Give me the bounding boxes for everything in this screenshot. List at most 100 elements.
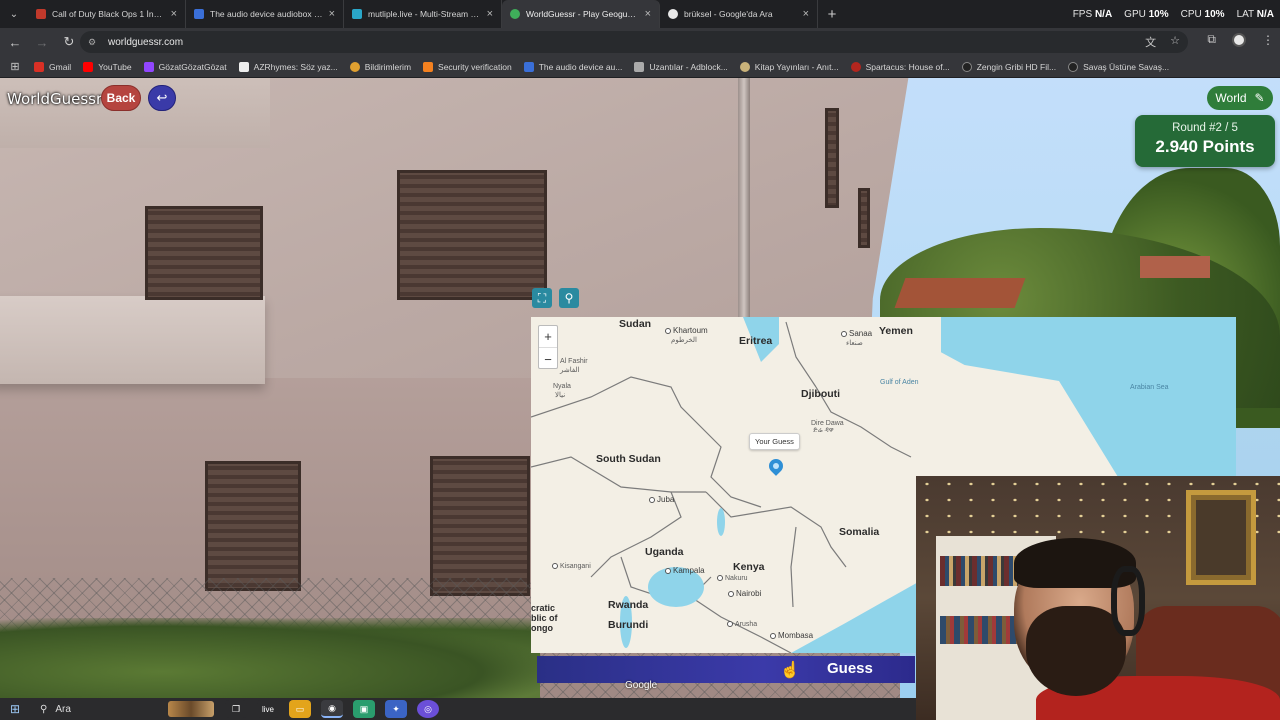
bookmark-gozat[interactable]: GözatGözatGözat [143, 61, 227, 72]
guess-button-label: Guess [827, 660, 873, 677]
bookmark-label: AZRhymes: Söz yaz... [253, 61, 338, 72]
lake-turkana [717, 508, 725, 536]
reload-icon[interactable]: ↻ [57, 30, 81, 54]
map-label-nakuru: Nakuru [717, 575, 748, 582]
bookmark-savas[interactable]: Savaş Üstüne Savaş... [1068, 61, 1169, 72]
taskbar-search[interactable]: ⚲ Ara [30, 698, 220, 720]
tab-audiobox[interactable]: The audio device audiobox cou × [186, 0, 344, 28]
streamer-webcam [916, 476, 1280, 720]
fps-label: FPS [1072, 8, 1093, 20]
bookmark-label: Bildirimlerim [364, 61, 412, 72]
back-arrow-icon[interactable]: ← [3, 30, 27, 54]
ethiopia-kenya-border [705, 491, 847, 568]
tab-close-icon[interactable]: × [803, 8, 809, 20]
return-to-start-button[interactable]: ↩ [148, 85, 176, 111]
map-label-eritrea: Eritrea [739, 335, 773, 347]
gmail-icon [34, 61, 44, 72]
extensions-icon[interactable]: ⧉ [1207, 32, 1216, 47]
search-highlight-image [168, 701, 214, 717]
map-label-juba: Juba [649, 495, 674, 504]
url-text: worldguessr.com [108, 36, 184, 48]
map-label-al-fashir: Al Fashir [560, 358, 588, 365]
address-bar[interactable]: ⚙ worldguessr.com 文 ☆ [80, 31, 1188, 53]
bookmark-zengin[interactable]: Zengin Gribi HD Fil... [961, 61, 1056, 72]
task-view-icon[interactable]: ❐ [225, 700, 247, 718]
translate-icon[interactable]: 文 [1145, 34, 1156, 50]
app-icon[interactable]: ✦ [385, 700, 407, 718]
bell-icon [349, 61, 360, 72]
lat-value: N/A [1256, 8, 1274, 20]
bookmark-audio[interactable]: The audio device au... [523, 61, 622, 72]
zoom-out-button[interactable]: − [539, 348, 557, 370]
hand-cursor-icon: ☝ [780, 662, 800, 679]
app-icon[interactable]: ▣ [353, 700, 375, 718]
apps-grid-icon[interactable]: ⊞ [0, 60, 30, 73]
window-shutter [205, 461, 301, 591]
tab-worldguessr[interactable]: WorldGuessr - Play Geoguessr × [502, 0, 660, 28]
browser-toolbar: ← → ↻ ⚙ worldguessr.com 文 ☆ ⧉ ⋮ [0, 28, 1280, 56]
fps-readout: FPS N/A [1073, 9, 1112, 20]
profile-avatar[interactable] [1232, 32, 1246, 47]
youtube-icon [83, 61, 94, 72]
cpu-readout: CPU 10% [1181, 9, 1225, 20]
page-icon [961, 61, 972, 72]
gpu-label: GPU [1124, 8, 1146, 20]
page-icon [523, 61, 534, 72]
game-mode-button[interactable]: World ✎ [1207, 86, 1273, 110]
window-shutter [145, 206, 263, 300]
bookmark-spartacus[interactable]: Spartacus: House of... [850, 61, 950, 72]
map-label-kampala: Kampala [665, 566, 705, 575]
bookmark-label: Kitap Yayınları - Anıt... [754, 61, 839, 72]
app-icon[interactable]: ◎ [417, 700, 439, 718]
window-shutter [397, 170, 547, 300]
round-counter: Round #2 / 5 [1172, 122, 1238, 134]
tab-close-icon[interactable]: × [645, 8, 651, 20]
map-label-sanaa-ar: صنعاء [846, 340, 863, 347]
bookmark-label: GözatGözatGözat [158, 61, 227, 72]
bookmark-youtube[interactable]: YouTube [83, 61, 132, 72]
tab-close-icon[interactable]: × [171, 8, 177, 20]
bookmarks-bar: ⊞ Gmail YouTube GözatGözatGözat AZRhymes… [0, 56, 1280, 78]
zoom-in-button[interactable]: + [539, 326, 557, 348]
live-app-icon[interactable]: live [257, 700, 279, 718]
worldguessr-logo[interactable]: WorldGuessr [7, 90, 102, 108]
round-info-panel: Round #2 / 5 2.940 Points [1135, 115, 1275, 167]
tab-title: brüksel - Google'da Ara [684, 9, 773, 19]
map-label-south-sudan: South Sudan [596, 453, 661, 465]
map-expand-button[interactable]: ⛶ [532, 288, 552, 308]
portrait [1196, 500, 1246, 575]
bookmark-extensions[interactable]: Uzantılar - Adblock... [634, 61, 728, 72]
tab-close-icon[interactable]: × [329, 8, 335, 20]
tab-title: Call of Duty Black Ops 1 İndir - [52, 9, 165, 19]
bookmark-gmail[interactable]: Gmail [34, 61, 71, 72]
zoom-controls: + − [538, 325, 558, 369]
tab-close-icon[interactable]: × [487, 8, 493, 20]
map-label-al-fashir-ar: الفاشر [560, 367, 580, 374]
chrome-icon[interactable]: ◉ [321, 700, 343, 718]
map-pin-toggle-button[interactable]: ⚲ [559, 288, 579, 308]
bookmark-azrhymes[interactable]: AZRhymes: Söz yaz... [238, 61, 338, 72]
bookmark-security[interactable]: Security verification [423, 61, 512, 72]
windows-start-icon[interactable]: ⊞ [0, 702, 30, 716]
back-button[interactable]: Back [101, 85, 141, 111]
tab-cod[interactable]: Call of Duty Black Ops 1 İndir - × [28, 0, 186, 28]
page-icon [739, 61, 750, 72]
map-label-nyala-ar: نيالا [555, 392, 566, 399]
guess-button[interactable]: ☝ Guess [537, 656, 915, 683]
page-icon [1068, 61, 1079, 72]
bookmark-label: Security verification [438, 61, 512, 72]
browser-menu-icon[interactable]: ⋮ [1262, 33, 1274, 47]
bookmark-star-icon[interactable]: ☆ [1170, 34, 1180, 50]
google-watermark: Google [625, 680, 658, 691]
tab-search-chevron-icon[interactable]: ⌄ [0, 0, 28, 28]
forward-arrow-icon[interactable]: → [30, 30, 54, 54]
tab-multistream[interactable]: mutliple.live - Multi-Stream Da × [344, 0, 502, 28]
game-mode-label: World [1215, 91, 1247, 105]
bookmark-kitap[interactable]: Kitap Yayınları - Anıt... [739, 61, 839, 72]
tab-google-search[interactable]: brüksel - Google'da Ara × [660, 0, 818, 28]
new-tab-button[interactable]: + [818, 6, 846, 23]
file-explorer-icon[interactable]: ▭ [289, 700, 311, 718]
site-info-icon[interactable]: ⚙ [88, 37, 100, 48]
bookmark-bildirimlerim[interactable]: Bildirimlerim [349, 61, 412, 72]
roof [1140, 256, 1210, 278]
